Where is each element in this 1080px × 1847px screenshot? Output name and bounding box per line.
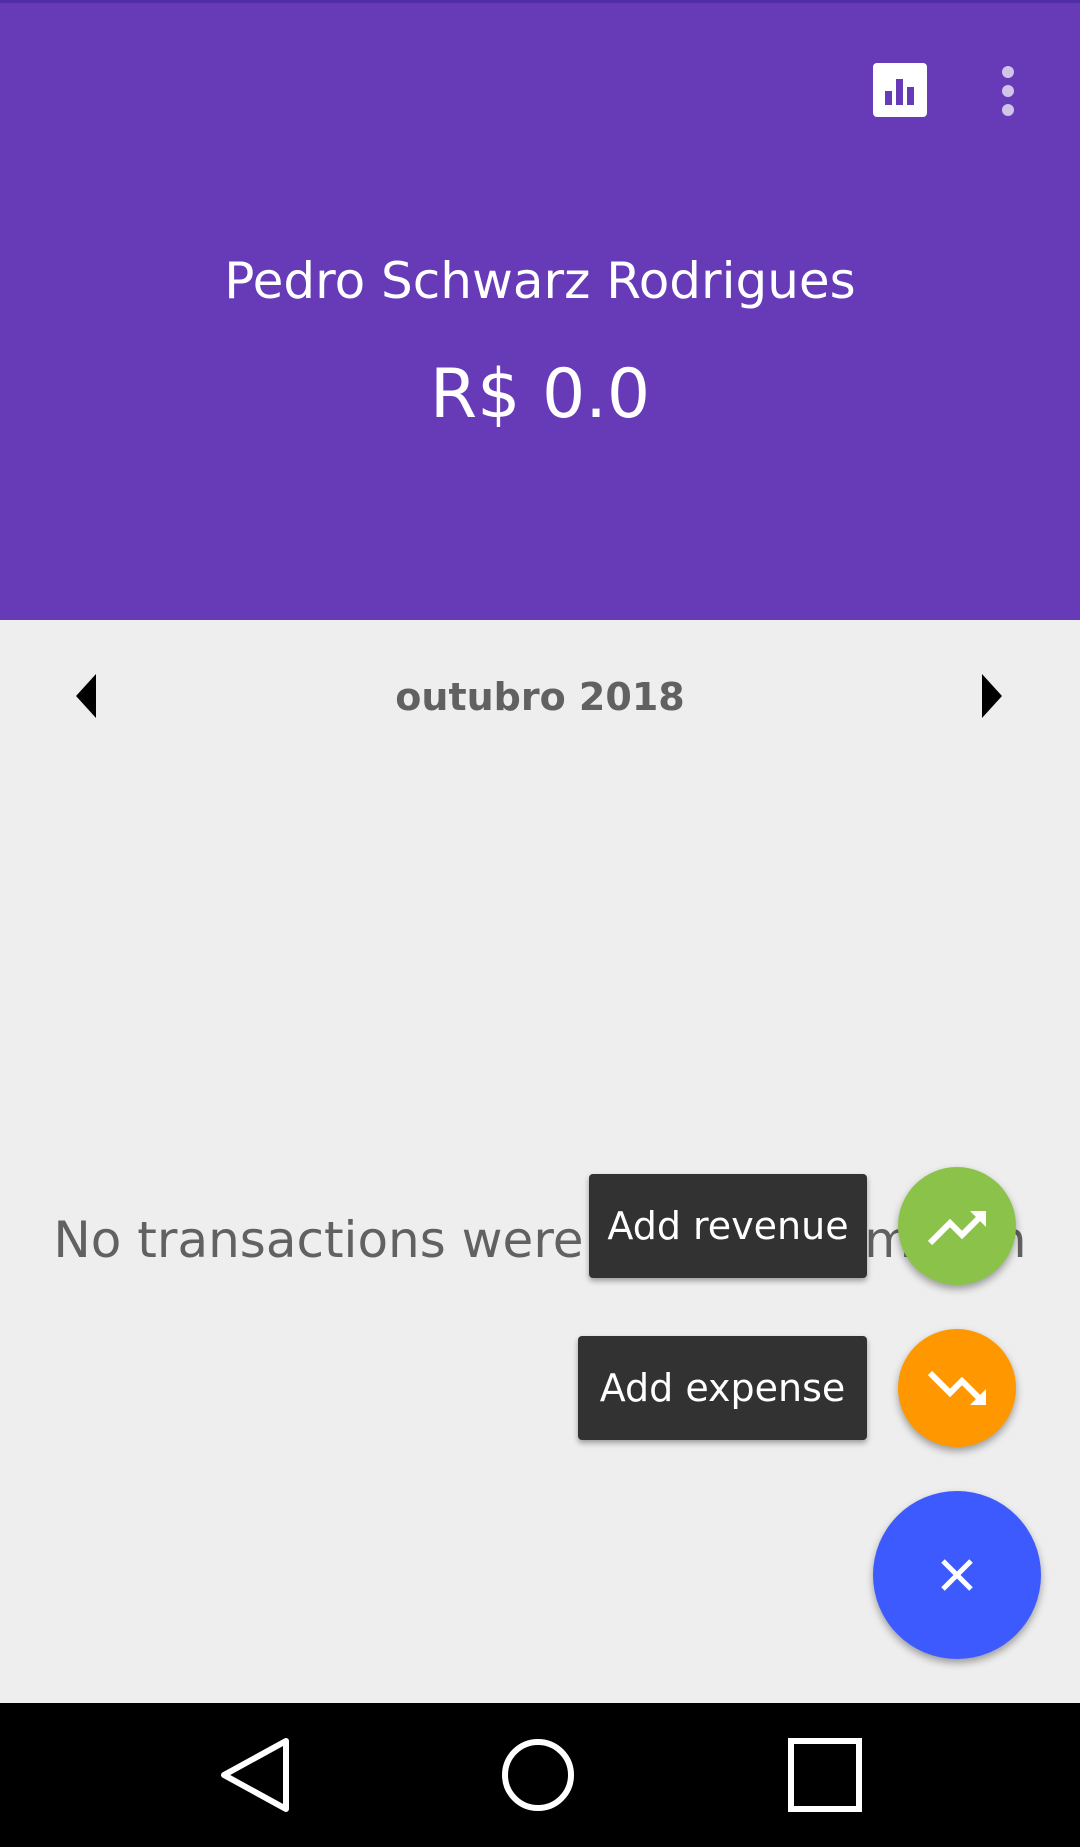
more-vert-icon-dot bbox=[1002, 85, 1014, 97]
system-nav-bar bbox=[0, 1703, 1080, 1847]
add-revenue-label[interactable]: Add revenue bbox=[589, 1174, 867, 1278]
bar-chart-icon[interactable] bbox=[873, 63, 927, 117]
account-header: Pedro Schwarz Rodrigues R$ 0.0 bbox=[0, 0, 1080, 620]
bar-chart-icon-bar bbox=[896, 79, 903, 105]
trending-up-icon bbox=[927, 1211, 986, 1246]
home-icon[interactable] bbox=[496, 1733, 580, 1817]
close-fab-menu-button[interactable] bbox=[873, 1491, 1041, 1659]
close-icon bbox=[941, 1559, 973, 1591]
bar-chart-icon-bar bbox=[907, 87, 914, 105]
app-screen: Pedro Schwarz Rodrigues R$ 0.0 outubro 2… bbox=[0, 0, 1080, 1847]
trending-down-icon bbox=[927, 1370, 986, 1405]
user-name: Pedro Schwarz Rodrigues bbox=[224, 252, 856, 310]
more-vert-icon-dot bbox=[1002, 104, 1014, 116]
add-revenue-button[interactable] bbox=[898, 1167, 1016, 1285]
recents-icon[interactable] bbox=[783, 1733, 867, 1817]
bar-chart-icon-bar bbox=[885, 91, 892, 105]
arrow-right-icon[interactable] bbox=[972, 672, 1012, 720]
add-expense-label[interactable]: Add expense bbox=[578, 1336, 867, 1440]
more-vert-icon-dot bbox=[1002, 66, 1014, 78]
add-expense-button[interactable] bbox=[898, 1329, 1016, 1447]
month-label: outubro 2018 bbox=[395, 675, 685, 719]
back-icon[interactable] bbox=[214, 1733, 298, 1817]
balance-amount: R$ 0.0 bbox=[429, 355, 651, 434]
more-vert-icon[interactable] bbox=[984, 61, 1032, 121]
